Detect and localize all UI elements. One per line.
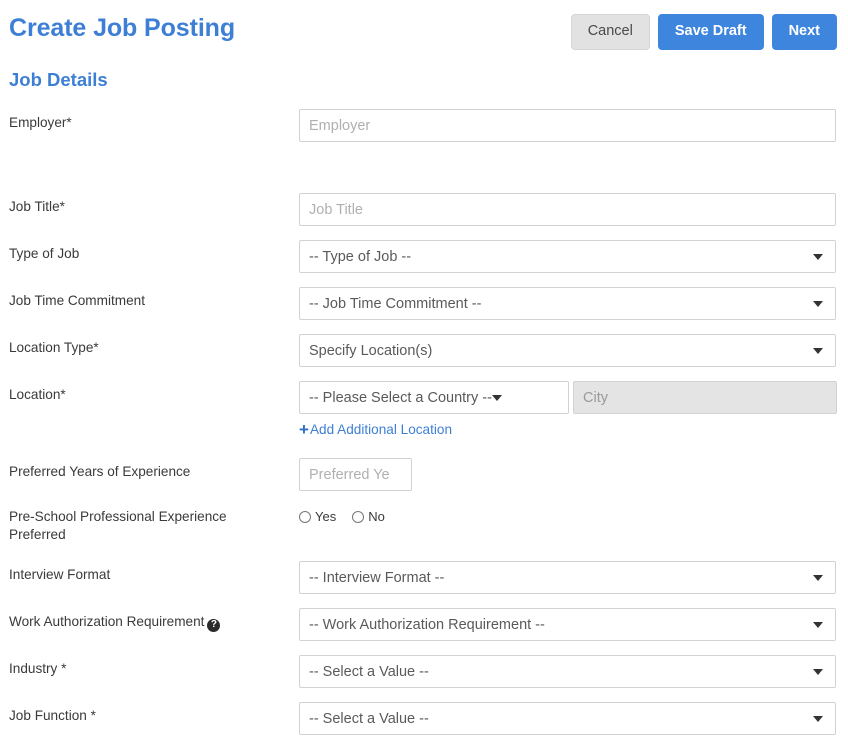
work-authorization-select[interactable]: -- Work Authorization Requirement -- — [299, 608, 836, 641]
industry-value: -- Select a Value -- — [309, 663, 429, 680]
form-row-work-authorization: Work Authorization Requirement? -- Work … — [0, 600, 848, 647]
form-row-employer: Employer* — [0, 101, 848, 148]
location-type-control: Specify Location(s) — [299, 334, 836, 367]
preferred-years-input[interactable] — [299, 458, 412, 491]
chevron-down-icon — [813, 347, 823, 354]
label-type-of-job: Type of Job — [9, 246, 80, 261]
add-additional-location-label: Add Additional Location — [309, 422, 453, 437]
label-location-type: Location Type* — [9, 340, 99, 355]
form-row-job-function: Job Function * -- Select a Value -- — [0, 694, 848, 741]
label-interview-format: Interview Format — [9, 567, 111, 582]
radio-label-yes[interactable]: Yes — [315, 509, 336, 524]
form-row-job-title: Job Title* — [0, 185, 848, 232]
radio-button-yes[interactable] — [299, 510, 311, 523]
label-job-time-commitment: Job Time Commitment — [9, 293, 145, 308]
label-employer: Employer* — [9, 115, 72, 130]
preschool-experience-radio-group: Yes No — [299, 509, 385, 524]
chevron-down-icon — [813, 715, 823, 722]
form-row-add-location: + Add Additional Location — [0, 420, 848, 450]
form-row-location: Location* -- Please Select a Country -- — [0, 373, 848, 420]
label-work-authorization-text: Work Authorization Requirement — [9, 614, 205, 629]
type-of-job-value: -- Type of Job -- — [309, 248, 412, 265]
question-mark-icon[interactable]: ? — [207, 618, 221, 632]
employer-input[interactable] — [299, 109, 836, 142]
cancel-button[interactable]: Cancel — [570, 14, 650, 50]
country-select[interactable]: -- Please Select a Country -- — [299, 381, 569, 414]
label-location: Location* — [9, 387, 66, 402]
job-title-control — [299, 193, 836, 226]
label-preschool-experience: Pre-School Professional Experience Prefe… — [9, 509, 227, 542]
form-row-hide-employer: Hide Employer Name from Applicants — [0, 148, 848, 212]
label-job-function: Job Function * — [9, 708, 96, 723]
form-row-location-type: Location Type* Specify Location(s) — [0, 326, 848, 373]
job-time-commitment-value: -- Job Time Commitment -- — [309, 295, 482, 312]
chevron-down-icon — [813, 253, 823, 260]
job-time-commitment-select[interactable]: -- Job Time Commitment -- — [299, 287, 836, 320]
job-function-control: -- Select a Value -- — [299, 702, 836, 735]
chevron-down-icon — [491, 394, 502, 401]
job-time-commitment-control: -- Job Time Commitment -- — [299, 287, 836, 320]
job-details-form: Employer* Hide Employer Name from Applic… — [0, 101, 848, 741]
save-draft-button[interactable]: Save Draft — [657, 14, 764, 50]
label-preferred-years: Preferred Years of Experience — [9, 464, 191, 479]
label-work-authorization: Work Authorization Requirement? — [9, 613, 289, 632]
plus-icon: + — [299, 420, 309, 439]
radio-label-no[interactable]: No — [368, 509, 385, 524]
job-function-value: -- Select a Value -- — [309, 710, 429, 727]
page-title: Create Job Posting — [9, 14, 236, 42]
radio-button-no[interactable] — [352, 510, 365, 523]
work-authorization-value: -- Work Authorization Requirement -- — [309, 616, 545, 633]
label-industry: Industry * — [9, 661, 67, 676]
interview-format-value: -- Interview Format -- — [309, 569, 445, 586]
city-input[interactable] — [573, 381, 837, 414]
preschool-radio-no[interactable]: No — [352, 509, 385, 524]
label-job-title: Job Title* — [9, 199, 65, 214]
job-title-input[interactable] — [299, 193, 836, 226]
chevron-down-icon — [813, 574, 823, 581]
form-row-industry: Industry * -- Select a Value -- — [0, 647, 848, 694]
preschool-radio-yes[interactable]: Yes — [299, 509, 336, 524]
employer-control — [299, 109, 836, 142]
chevron-down-icon — [813, 621, 823, 628]
interview-format-control: -- Interview Format -- — [299, 561, 836, 594]
section-title-job-details: Job Details — [9, 69, 108, 90]
preferred-years-control — [299, 458, 412, 491]
add-location-control: + Add Additional Location — [299, 421, 452, 440]
location-type-select[interactable]: Specify Location(s) — [299, 334, 836, 367]
interview-format-select[interactable]: -- Interview Format -- — [299, 561, 836, 594]
chevron-down-icon — [813, 300, 823, 307]
form-row-type-of-job: Type of Job -- Type of Job -- — [0, 232, 848, 279]
job-function-select[interactable]: -- Select a Value -- — [299, 702, 836, 735]
work-authorization-control: -- Work Authorization Requirement -- — [299, 608, 836, 641]
header-actions: Cancel Save Draft Next — [570, 14, 837, 50]
form-row-job-time-commitment: Job Time Commitment -- Job Time Commitme… — [0, 279, 848, 326]
chevron-down-icon — [813, 668, 823, 675]
industry-control: -- Select a Value -- — [299, 655, 836, 688]
type-of-job-select[interactable]: -- Type of Job -- — [299, 240, 836, 273]
next-button[interactable]: Next — [771, 14, 837, 50]
location-type-value: Specify Location(s) — [309, 342, 433, 359]
industry-select[interactable]: -- Select a Value -- — [299, 655, 836, 688]
page-header: Create Job Posting Cancel Save Draft Nex… — [0, 0, 848, 62]
add-additional-location-link[interactable]: + Add Additional Location — [299, 421, 452, 438]
location-control: -- Please Select a Country -- — [299, 381, 837, 414]
type-of-job-control: -- Type of Job -- — [299, 240, 836, 273]
country-select-value: -- Please Select a Country -- — [309, 389, 492, 406]
form-row-interview-format: Interview Format -- Interview Format -- — [0, 553, 848, 600]
form-row-preferred-years: Preferred Years of Experience — [0, 450, 848, 497]
form-row-preschool-experience: Pre-School Professional Experience Prefe… — [0, 497, 848, 553]
